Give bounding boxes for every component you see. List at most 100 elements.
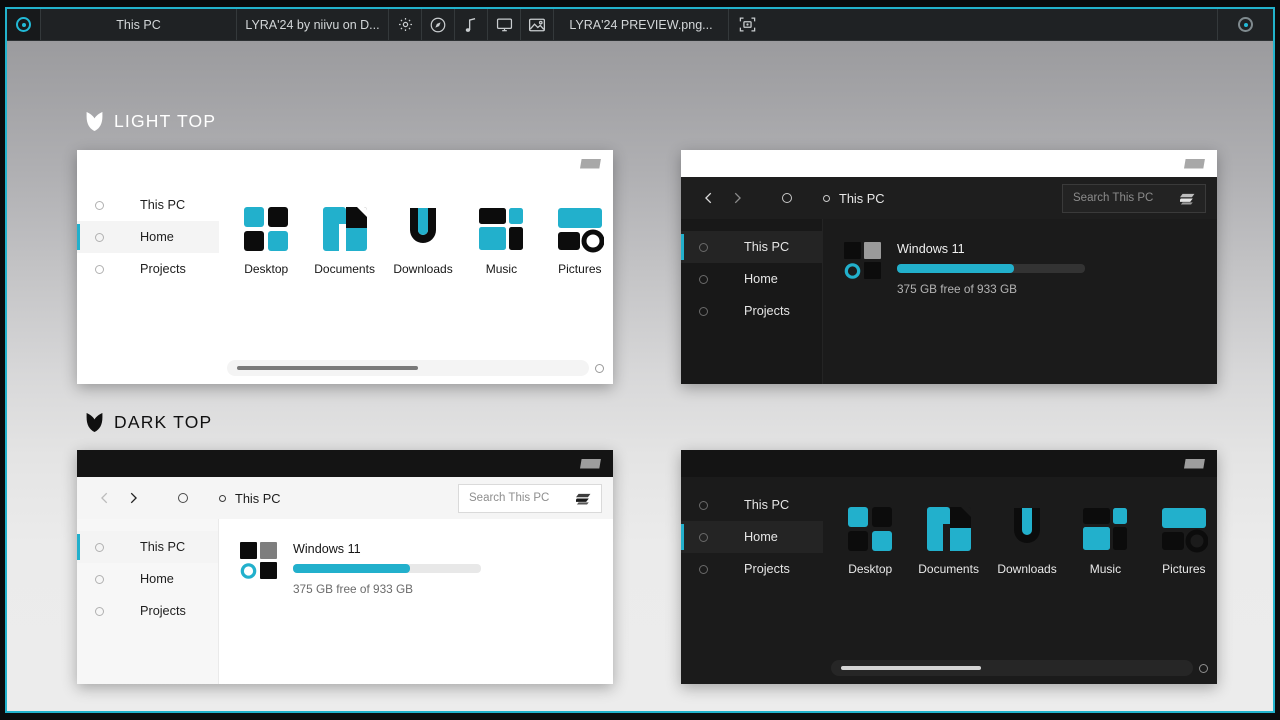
drive-usage-bar: [293, 564, 481, 573]
up-button[interactable]: [169, 484, 197, 512]
gear-icon-button[interactable]: [389, 9, 422, 40]
breadcrumb-label: This PC: [235, 491, 281, 506]
folder-item-desktop[interactable]: Desktop: [233, 205, 299, 276]
horizontal-scrollbar[interactable]: [831, 660, 1217, 676]
breadcrumb-label: This PC: [839, 191, 885, 206]
window-control-icon[interactable]: [580, 159, 601, 169]
titlebar-tab-label: This PC: [116, 18, 160, 32]
sidebar-item-home[interactable]: Home: [77, 221, 219, 253]
back-button[interactable]: [91, 484, 119, 512]
titlebar-tab-lyra-source[interactable]: LYRA'24 by niivu on D...: [237, 9, 389, 40]
sidebar-item-home[interactable]: Home: [681, 263, 822, 295]
folder-item-pictures[interactable]: Pictures: [1151, 505, 1217, 576]
up-button[interactable]: [773, 184, 801, 212]
sidebar-item-this-pc[interactable]: This PC: [77, 189, 219, 221]
window-control-icon[interactable]: [580, 459, 601, 469]
sidebar-item-label: Projects: [140, 262, 186, 276]
folder-item-label: Desktop: [244, 262, 288, 276]
folder-item-downloads[interactable]: Downloads: [390, 205, 456, 276]
drive-item[interactable]: Windows 11 375 GB free of 933 GB: [823, 219, 1217, 296]
bullet-ring-icon: [699, 565, 708, 574]
titlebar-tab-this-pc[interactable]: This PC: [41, 9, 237, 40]
sidebar-item-this-pc[interactable]: This PC: [77, 531, 218, 563]
music-note-icon-button[interactable]: [455, 9, 488, 40]
pc-dot-icon: [219, 495, 226, 502]
bullet-ring-icon: [699, 533, 708, 542]
window-caption-bar[interactable]: [77, 150, 613, 177]
resize-grip-icon[interactable]: [595, 364, 604, 373]
folder-item-documents[interactable]: Documents: [311, 205, 377, 276]
explorer-window-dark-bottom-right[interactable]: This PC Home Projects: [681, 450, 1217, 684]
sidebar-item-projects[interactable]: Projects: [681, 295, 822, 327]
monitor-icon: [495, 16, 514, 33]
monitor-icon-button[interactable]: [488, 9, 521, 40]
pc-dot-icon: [823, 195, 830, 202]
bullet-ring-icon: [699, 501, 708, 510]
titlebar-tab-preview-png[interactable]: LYRA'24 PREVIEW.png...: [554, 9, 729, 40]
drive-item[interactable]: Windows 11 375 GB free of 933 GB: [219, 519, 613, 596]
sidebar-item-label: This PC: [744, 498, 789, 512]
breadcrumb[interactable]: This PC: [823, 191, 885, 206]
circle-up-icon: [782, 193, 792, 203]
explorer-window-light-top-left[interactable]: This PC Home Projects: [77, 150, 613, 384]
explorer-window-dark-top-right[interactable]: This PC Search This PC This PC: [681, 150, 1217, 384]
disc-compass-icon: [429, 16, 447, 34]
window-caption-bar[interactable]: [77, 450, 613, 477]
documents-folder-icon: [321, 205, 369, 253]
window-control-icon[interactable]: [1184, 159, 1205, 169]
sidebar-item-projects[interactable]: Projects: [77, 595, 218, 627]
window-caption-bar[interactable]: [681, 450, 1217, 477]
file-content-area: Desktop Documents: [823, 477, 1217, 684]
folder-item-downloads[interactable]: Downloads: [994, 505, 1060, 576]
chevron-left-icon: [702, 191, 716, 205]
sidebar-item-projects[interactable]: Projects: [77, 253, 219, 285]
sidebar-item-home[interactable]: Home: [681, 521, 823, 553]
sidebar-item-label: Projects: [744, 304, 790, 318]
sidebar-item-home[interactable]: Home: [77, 563, 218, 595]
desktop-folder-icon: [846, 505, 894, 553]
disc-compass-icon-button[interactable]: [422, 9, 455, 40]
gear-icon: [397, 16, 414, 33]
folder-item-music[interactable]: Music: [468, 205, 534, 276]
scrollbar-track[interactable]: [831, 660, 1193, 676]
window-control-icon[interactable]: [1184, 459, 1205, 469]
forward-button[interactable]: [119, 484, 147, 512]
titlebar-status-button[interactable]: [1217, 9, 1273, 40]
search-stack-icon: [576, 492, 593, 505]
window-caption-bar[interactable]: [681, 150, 1217, 177]
image-icon-button[interactable]: [521, 9, 554, 40]
folder-item-label: Desktop: [848, 562, 892, 576]
explorer-window-light-bottom-left[interactable]: This PC Search This PC This PC: [77, 450, 613, 684]
folder-item-documents[interactable]: Documents: [915, 505, 981, 576]
search-input[interactable]: Search This PC: [458, 484, 602, 513]
forward-button[interactable]: [723, 184, 751, 212]
folder-item-desktop[interactable]: Desktop: [837, 505, 903, 576]
folder-item-label: Music: [1090, 562, 1121, 576]
scrollbar-thumb[interactable]: [841, 666, 981, 670]
sidebar-item-projects[interactable]: Projects: [681, 553, 823, 585]
scrollbar-thumb[interactable]: [237, 366, 418, 370]
breadcrumb[interactable]: This PC: [219, 491, 281, 506]
search-input[interactable]: Search This PC: [1062, 184, 1206, 213]
resize-grip-icon[interactable]: [1199, 664, 1208, 673]
folder-item-pictures[interactable]: Pictures: [547, 205, 613, 276]
file-content-area: Windows 11 375 GB free of 933 GB: [823, 219, 1217, 384]
screen-capture-icon-button[interactable]: [729, 9, 765, 40]
titlebar-drag-region: [765, 9, 1217, 40]
drive-free-space-label: 375 GB free of 933 GB: [293, 582, 481, 596]
bullet-ring-icon: [95, 607, 104, 616]
bullet-ring-icon: [95, 265, 104, 274]
folder-item-music[interactable]: Music: [1072, 505, 1138, 576]
sidebar-item-label: This PC: [744, 240, 789, 254]
chevron-left-icon: [98, 491, 112, 505]
bullet-ring-icon: [95, 233, 104, 242]
app-logo-button[interactable]: [7, 9, 41, 40]
back-button[interactable]: [695, 184, 723, 212]
scrollbar-track[interactable]: [227, 360, 589, 376]
sidebar-item-this-pc[interactable]: This PC: [681, 231, 822, 263]
horizontal-scrollbar[interactable]: [227, 360, 613, 376]
sidebar-item-this-pc[interactable]: This PC: [681, 489, 823, 521]
folder-item-label: Downloads: [997, 562, 1056, 576]
bullet-ring-icon: [95, 201, 104, 210]
application-window: This PC LYRA'24 by niivu on D...: [5, 7, 1275, 713]
